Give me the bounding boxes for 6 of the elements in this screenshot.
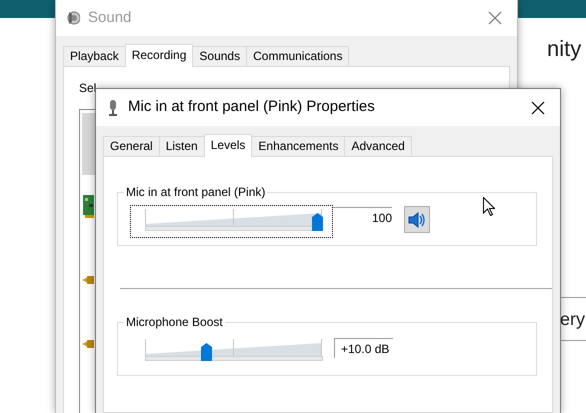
instruction-text: Sel [78,80,98,95]
window-title: Mic in at front panel (Pink) Properties [128,97,375,118]
page-heading: nity [547,36,582,62]
group-label: Mic in at front panel (Pink) [124,184,268,200]
window-title: Sound [88,8,132,28]
group-label: Microphone Boost [124,314,225,330]
